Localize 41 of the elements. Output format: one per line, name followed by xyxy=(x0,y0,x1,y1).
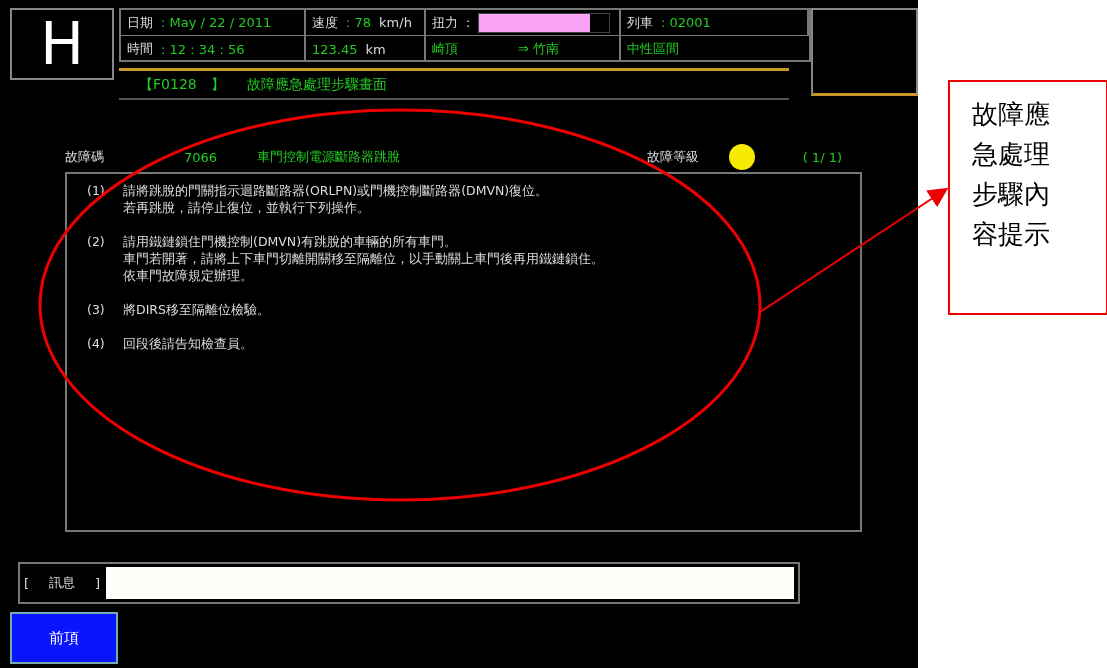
message-label: 訊息 xyxy=(49,574,76,592)
step-number: (3) xyxy=(87,301,106,318)
step-number: (4) xyxy=(87,335,106,352)
date-value: : May / 22 / 2011 xyxy=(161,15,272,30)
step-text: 依車門故障規定辦理。 xyxy=(123,267,254,284)
step-text: 將DIRS移至隔離位檢驗。 xyxy=(123,301,270,318)
step-text: 請將跳脫的門關指示迴路斷路器(ORLPN)或門機控制斷路器(DMVN)復位。 xyxy=(123,182,549,199)
speed-label: 速度 xyxy=(312,13,338,32)
step-text: 請用鐵鏈鎖住門機控制(DMVN)有跳脫的車輛的所有車門。 xyxy=(123,233,459,250)
fault-level-indicator xyxy=(728,144,755,170)
torque-separator: : xyxy=(466,15,471,30)
section-status: 中性區間 xyxy=(627,40,679,58)
previous-button[interactable]: 前項 xyxy=(10,612,118,664)
time-label: 時間 xyxy=(127,40,153,58)
step-number: (2) xyxy=(87,233,106,251)
train-label: 列車 xyxy=(627,13,653,32)
torque-label: 扭力 xyxy=(432,13,458,32)
page-indicator: ( 1/ 1) xyxy=(802,149,842,165)
screen-title: 故障應急處理步驟畫面 xyxy=(246,75,387,94)
train-number: : 02001 xyxy=(661,15,711,30)
callout-text: 故障應急處理步驟內容提示 xyxy=(972,98,1050,251)
speed-unit: km/h xyxy=(379,15,412,30)
distance-value: 123.45 xyxy=(312,41,358,57)
bracket: ] xyxy=(95,575,101,591)
fault-code: 7066 xyxy=(184,149,218,165)
message-field[interactable] xyxy=(106,567,794,599)
mode-indicator: H xyxy=(10,8,114,80)
step-text: 車門若開著，請將上下車門切離開關移至隔離位，以手動關上車門後再用鐵鏈鎖住。 xyxy=(123,250,604,267)
fault-name: 車門控制電源斷路器跳脫 xyxy=(257,148,401,166)
from-station: 崎頂 xyxy=(432,40,458,58)
fault-level-label: 故障等級 xyxy=(646,148,699,166)
date-label: 日期 xyxy=(127,13,153,32)
fault-id: 【F0128 】 xyxy=(139,75,225,94)
step-text: 若再跳脫，請停止復位，並執行下列操作。 xyxy=(123,199,371,216)
time-value: : 12 : 34 : 56 xyxy=(161,41,245,57)
fault-code-label: 故障碼 xyxy=(65,148,104,166)
distance-unit: km xyxy=(365,41,386,57)
to-station: ⇒ 竹南 xyxy=(518,40,560,58)
speed-value: : 78 xyxy=(346,15,372,30)
bracket: [ xyxy=(24,575,30,591)
step-text: 回段後請告知檢查員。 xyxy=(123,335,253,352)
